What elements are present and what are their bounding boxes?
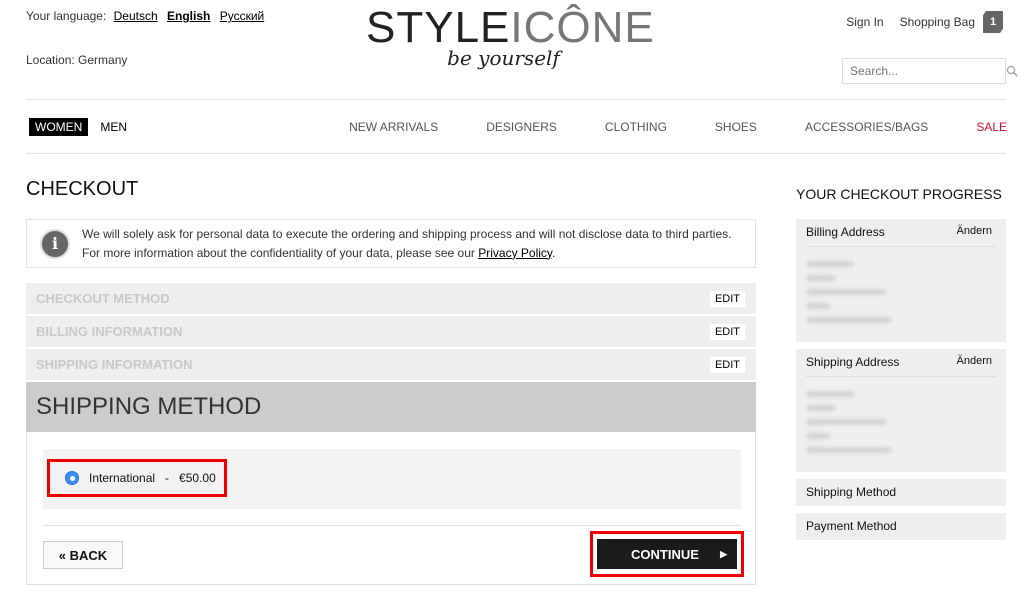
- logo-word-icone: ICÔNE: [510, 3, 655, 52]
- step-billing-information: BILLING INFORMATION EDIT: [26, 316, 756, 347]
- continue-button[interactable]: CONTINUE ▶: [597, 539, 737, 569]
- logo-wordmark: STYLEICÔNE: [366, 3, 654, 52]
- header-divider: [26, 99, 1006, 100]
- shipping-method-title: SHIPPING METHOD: [36, 393, 262, 420]
- change-billing-link[interactable]: Ändern: [957, 225, 992, 239]
- language-link-english[interactable]: English: [167, 9, 210, 23]
- language-link-russian[interactable]: Русский: [220, 9, 265, 23]
- gender-nav: WOMEN MEN: [29, 118, 127, 136]
- edit-button[interactable]: EDIT: [709, 290, 745, 307]
- shopping-bag-link[interactable]: Shopping Bag: [900, 15, 975, 29]
- privacy-notice: i We will solely ask for personal data t…: [26, 219, 756, 268]
- divider: [806, 246, 996, 247]
- nav-accessories-bags[interactable]: ACCESSORIES/BAGS: [805, 120, 928, 134]
- shipping-option-international[interactable]: International - €50.00: [47, 459, 227, 497]
- notice-line-2-suffix: .: [552, 245, 556, 260]
- progress-shipping-method: Shipping Method: [796, 479, 1006, 506]
- progress-shipping-address: Shipping Address Ändern: [796, 349, 1006, 472]
- redacted-text: [806, 391, 854, 397]
- progress-payment-method-label: Payment Method: [806, 519, 897, 533]
- location-label: Location: Germany: [26, 53, 128, 67]
- back-button[interactable]: « BACK: [43, 541, 123, 569]
- nav-new-arrivals[interactable]: NEW ARRIVALS: [349, 120, 438, 134]
- search-box: [842, 58, 1018, 84]
- step-title: BILLING INFORMATION: [36, 324, 183, 339]
- redacted-text: [806, 317, 892, 323]
- notice-line-2-prefix: For more information about the confident…: [82, 245, 479, 260]
- account-links: Sign In Shopping Bag 1: [846, 11, 1003, 33]
- sign-in-link[interactable]: Sign In: [846, 15, 883, 29]
- language-label: Your language:: [26, 9, 107, 23]
- shipping-option-price: €50.00: [179, 471, 216, 485]
- notice-line-2: For more information about the confident…: [82, 244, 731, 263]
- redacted-text: [806, 447, 892, 453]
- privacy-policy-link[interactable]: Privacy Policy: [478, 246, 552, 260]
- notice-line-1: We will solely ask for personal data to …: [82, 226, 732, 241]
- edit-button[interactable]: EDIT: [709, 323, 745, 340]
- step-title: CHECKOUT METHOD: [36, 291, 170, 306]
- nav-sale[interactable]: SALE: [976, 120, 1007, 134]
- redacted-text: [806, 433, 830, 439]
- search-input[interactable]: [843, 59, 1005, 83]
- continue-highlight: CONTINUE ▶: [590, 531, 744, 577]
- bag-count: 1: [989, 16, 997, 28]
- step-checkout-method: CHECKOUT METHOD EDIT: [26, 283, 756, 314]
- language-link-deutsch[interactable]: Deutsch: [114, 9, 158, 23]
- shipping-options: International - €50.00: [43, 449, 741, 509]
- page-title: CHECKOUT: [26, 178, 139, 200]
- nav-clothing[interactable]: CLOTHING: [605, 120, 667, 134]
- edit-button[interactable]: EDIT: [709, 356, 745, 373]
- shipping-method-header: SHIPPING METHOD: [26, 382, 756, 432]
- chevron-right-icon: ▶: [720, 548, 727, 559]
- divider: [806, 376, 996, 377]
- progress-shipping-label: Shipping Address: [806, 355, 900, 369]
- shipping-method-panel: International - €50.00 « BACK CONTINUE ▶: [26, 432, 756, 585]
- continue-label: CONTINUE: [631, 546, 699, 562]
- nav-women[interactable]: WOMEN: [29, 118, 89, 136]
- redacted-text: [806, 261, 854, 267]
- progress-billing-address: Billing Address Ändern: [796, 219, 1006, 342]
- search-icon: [1006, 65, 1018, 77]
- nav-designers[interactable]: DESIGNERS: [486, 120, 557, 134]
- checkout-progress-title: YOUR CHECKOUT PROGRESS: [796, 186, 1002, 202]
- redacted-text: [806, 289, 886, 295]
- nav-men[interactable]: MEN: [100, 120, 127, 134]
- language-selector: Your language: Deutsch English Русский: [26, 9, 270, 23]
- privacy-notice-text: We will solely ask for personal data to …: [82, 225, 731, 263]
- redacted-text: [806, 405, 836, 411]
- step-shipping-information: SHIPPING INFORMATION EDIT: [26, 349, 756, 380]
- progress-shipping-method-label: Shipping Method: [806, 485, 897, 499]
- category-nav: NEW ARRIVALS DESIGNERS CLOTHING SHOES AC…: [301, 120, 1007, 134]
- progress-payment-method: Payment Method: [796, 513, 1006, 540]
- info-icon: i: [40, 228, 70, 259]
- shopping-bag-icon[interactable]: 1: [983, 11, 1003, 33]
- search-button[interactable]: [1005, 59, 1018, 83]
- shipping-option-label: International: [89, 471, 156, 485]
- nav-divider: [26, 153, 1006, 154]
- step-title: SHIPPING INFORMATION: [36, 357, 193, 372]
- redacted-text: [806, 419, 886, 425]
- shipping-option-radio[interactable]: [65, 471, 79, 485]
- redacted-text: [806, 303, 830, 309]
- site-logo[interactable]: STYLEICÔNE be yourself: [366, 3, 654, 71]
- shipping-option-separator: -: [165, 471, 170, 485]
- progress-billing-label: Billing Address: [806, 225, 885, 239]
- nav-shoes[interactable]: SHOES: [715, 120, 757, 134]
- redacted-text: [806, 275, 836, 281]
- change-shipping-link[interactable]: Ändern: [957, 355, 992, 369]
- logo-word-style: STYLE: [366, 3, 511, 52]
- actions-divider: [43, 525, 741, 526]
